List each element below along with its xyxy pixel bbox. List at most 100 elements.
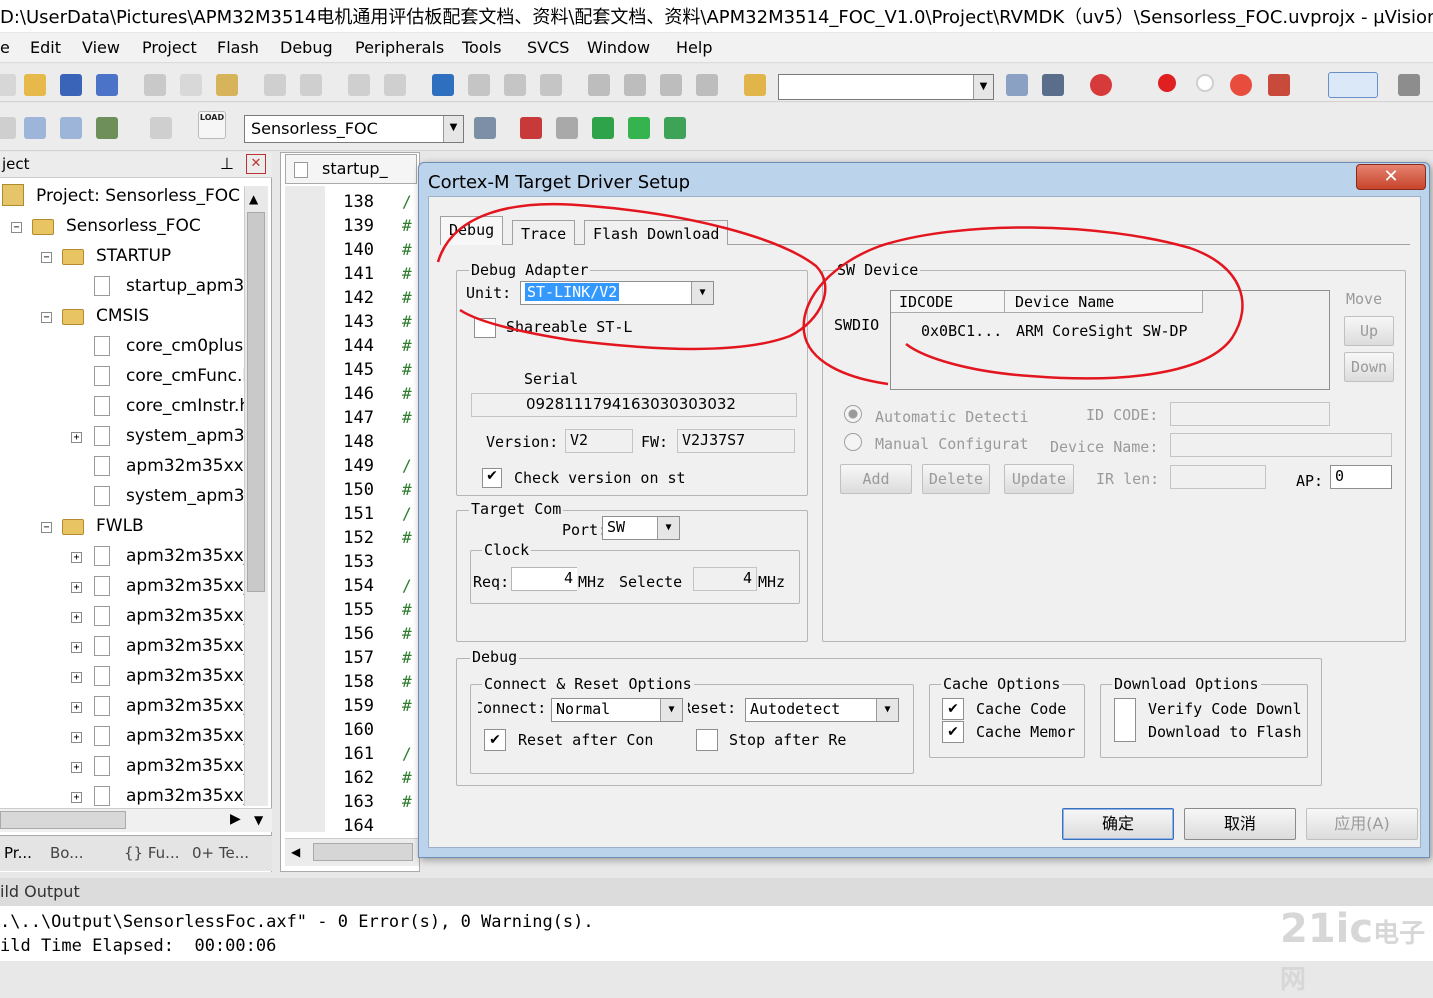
tree-file[interactable]: apm32m35xx_c: [126, 576, 262, 596]
undo-icon[interactable]: [264, 74, 286, 96]
collapse-icon[interactable]: −: [11, 222, 22, 233]
chevron-down-icon[interactable]: ▼: [657, 517, 679, 539]
tree-group-fwlb[interactable]: FWLB: [96, 516, 144, 536]
pack-installer-icon[interactable]: [592, 117, 614, 139]
run-time-env-icon[interactable]: [664, 117, 686, 139]
tree-file[interactable]: core_cmFunc.h: [126, 366, 253, 386]
expand-icon[interactable]: +: [71, 702, 82, 713]
redo-icon[interactable]: [300, 74, 322, 96]
cache-code-checkbox[interactable]: ✔: [942, 698, 964, 720]
req-field[interactable]: 4: [511, 567, 577, 591]
copy-icon[interactable]: [180, 74, 202, 96]
stop-after-reset-checkbox[interactable]: [696, 729, 718, 751]
breakpoint-disable-icon[interactable]: [1196, 74, 1214, 92]
check-version-checkbox[interactable]: ✔: [482, 468, 502, 488]
expand-icon[interactable]: +: [71, 732, 82, 743]
tree-file[interactable]: apm32m35xx_g: [126, 786, 263, 806]
menu-file[interactable]: e: [0, 38, 10, 57]
tab-functions[interactable]: {} Fu...: [124, 844, 179, 862]
save-icon[interactable]: [60, 74, 82, 96]
paste-icon[interactable]: [216, 74, 238, 96]
find-in-files-icon[interactable]: [744, 74, 766, 96]
collapse-icon[interactable]: −: [41, 312, 52, 323]
editor-tab[interactable]: startup_: [285, 154, 417, 184]
target-select[interactable]: Sensorless_FOC ▼: [244, 115, 464, 143]
hscroll-thumb[interactable]: [313, 843, 413, 861]
expand-icon[interactable]: +: [71, 612, 82, 623]
new-file-icon[interactable]: [0, 74, 16, 96]
scroll-right-icon[interactable]: ▶: [230, 811, 241, 827]
find-combo[interactable]: ▼: [778, 74, 994, 100]
port-select[interactable]: SW ▼: [602, 516, 680, 540]
expand-icon[interactable]: +: [71, 792, 82, 803]
expand-icon[interactable]: +: [71, 552, 82, 563]
collapse-icon[interactable]: −: [41, 252, 52, 263]
bookmark-prev-icon[interactable]: [468, 74, 490, 96]
menu-window[interactable]: Window: [587, 38, 650, 57]
load-download-icon[interactable]: LOAD: [198, 111, 226, 139]
debug-misc-icon[interactable]: [1268, 74, 1290, 96]
project-hscroll[interactable]: ▶ ▼: [0, 808, 272, 832]
expand-icon[interactable]: +: [71, 642, 82, 653]
ap-field[interactable]: 0: [1330, 465, 1392, 489]
bookmark-next-icon[interactable]: [504, 74, 526, 96]
select-packs-icon[interactable]: [628, 117, 650, 139]
manage-components-icon[interactable]: [520, 117, 542, 139]
tree-project-root[interactable]: Project: Sensorless_FOC: [36, 186, 240, 206]
chevron-down-icon[interactable]: ▼: [691, 282, 713, 304]
hscroll-thumb[interactable]: [0, 811, 126, 829]
tree-file[interactable]: system_apm32: [126, 426, 255, 446]
menu-view[interactable]: View: [82, 38, 120, 57]
auto-detect-radio[interactable]: [844, 405, 862, 423]
download-options-checkboxes[interactable]: [1114, 698, 1136, 742]
ok-button[interactable]: 确定: [1062, 808, 1174, 840]
config-wizard-icon[interactable]: [1042, 74, 1064, 96]
uncomment-icon[interactable]: [696, 74, 718, 96]
expand-icon[interactable]: +: [71, 672, 82, 683]
col-idcode[interactable]: IDCODE: [891, 291, 1005, 313]
unindent-icon[interactable]: [624, 74, 646, 96]
collapse-icon[interactable]: −: [41, 522, 52, 533]
target-options-icon[interactable]: [474, 117, 496, 139]
tree-file[interactable]: apm32m35xx_c: [126, 666, 262, 686]
file-extensions-icon[interactable]: [556, 117, 578, 139]
tab-trace[interactable]: Trace: [512, 220, 576, 245]
tree-file[interactable]: apm32m35xx_f: [126, 756, 258, 776]
debug-session-icon[interactable]: [1090, 74, 1112, 96]
delete-button[interactable]: Delete: [922, 464, 990, 494]
tree-file[interactable]: core_cm0plus.: [126, 336, 249, 356]
rebuild-icon[interactable]: [60, 117, 82, 139]
editor-hscroll[interactable]: ◀: [285, 838, 419, 866]
tree-group-cmsis[interactable]: CMSIS: [96, 306, 149, 326]
indent-icon[interactable]: [588, 74, 610, 96]
breakpoint-kill-icon[interactable]: [1230, 74, 1252, 96]
add-button[interactable]: Add: [840, 464, 912, 494]
menu-project[interactable]: Project: [142, 38, 197, 57]
tree-file[interactable]: apm32m35xx_a: [126, 546, 263, 566]
save-all-icon[interactable]: [96, 74, 118, 96]
chevron-down-icon[interactable]: ▼: [660, 699, 682, 721]
stop-build-icon[interactable]: [150, 117, 172, 139]
pin-icon[interactable]: ⊥: [220, 154, 234, 173]
move-down-button[interactable]: Down: [1344, 352, 1394, 382]
tab-books[interactable]: Bo...: [50, 844, 84, 862]
tab-debug[interactable]: Debug: [440, 216, 504, 245]
manual-config-radio[interactable]: [844, 433, 862, 451]
expand-icon[interactable]: +: [71, 432, 82, 443]
nav-forward-icon[interactable]: [384, 74, 406, 96]
scroll-left-icon[interactable]: ◀: [291, 845, 300, 859]
comment-icon[interactable]: [660, 74, 682, 96]
move-up-button[interactable]: Up: [1344, 316, 1394, 346]
tree-file[interactable]: apm32m35xx_e: [126, 726, 263, 746]
cache-memory-checkbox[interactable]: ✔: [942, 721, 964, 743]
translate-icon[interactable]: [0, 117, 16, 139]
open-folder-icon[interactable]: [24, 74, 46, 96]
expand-icon[interactable]: +: [71, 762, 82, 773]
window-layout-icon[interactable]: [1328, 72, 1378, 98]
menu-tools[interactable]: Tools: [462, 38, 501, 57]
project-scrollbar[interactable]: ▲: [244, 186, 268, 806]
tab-project[interactable]: Pr...: [4, 844, 32, 862]
menu-flash[interactable]: Flash: [217, 38, 259, 57]
tree-file[interactable]: apm32m35xx_c: [126, 606, 262, 626]
tree-target[interactable]: Sensorless_FOC: [66, 216, 201, 236]
